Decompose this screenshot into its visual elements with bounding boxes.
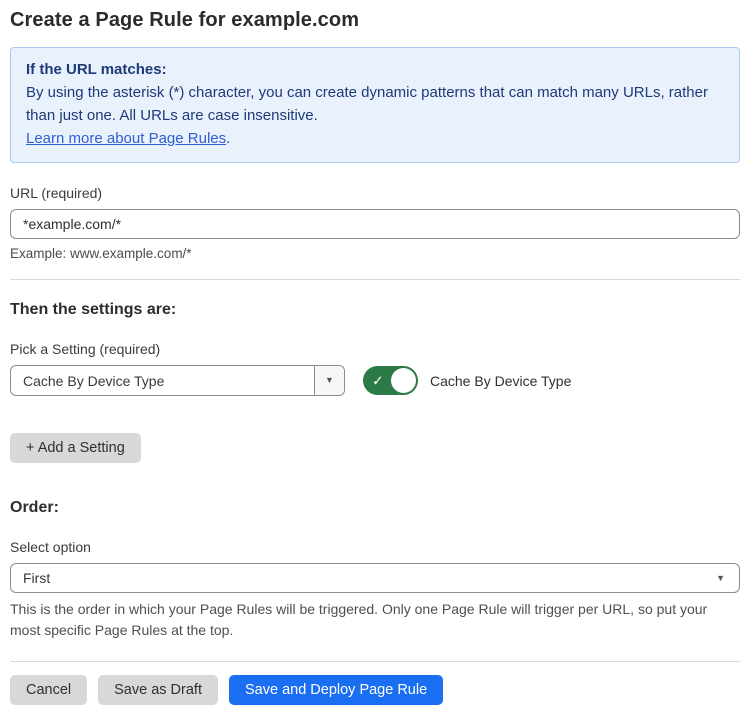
order-select-value: First (11, 570, 716, 586)
order-select[interactable]: First ▼ (10, 563, 740, 593)
footer-button-row: Cancel Save as Draft Save and Deploy Pag… (10, 675, 740, 705)
url-input[interactable] (10, 209, 740, 239)
save-and-deploy-button[interactable]: Save and Deploy Page Rule (229, 675, 443, 705)
setting-row: Cache By Device Type ▼ ✓ Cache By Device… (10, 365, 740, 396)
add-setting-button[interactable]: + Add a Setting (10, 433, 141, 463)
url-label: URL (required) (10, 185, 740, 201)
setting-dropdown[interactable]: Cache By Device Type ▼ (10, 365, 345, 396)
cache-device-type-toggle[interactable]: ✓ (363, 366, 418, 395)
section-divider (10, 279, 740, 280)
page-title: Create a Page Rule for example.com (10, 9, 740, 32)
order-helper-text: This is the order in which your Page Rul… (10, 599, 740, 641)
info-box-body: By using the asterisk (*) character, you… (26, 81, 724, 127)
url-example-helper: Example: www.example.com/* (10, 246, 740, 261)
save-as-draft-button[interactable]: Save as Draft (98, 675, 218, 705)
chevron-down-icon: ▼ (325, 376, 334, 385)
info-box-link-line: Learn more about Page Rules. (26, 127, 724, 150)
footer-divider (10, 661, 740, 662)
check-icon: ✓ (372, 372, 384, 389)
pick-setting-label: Pick a Setting (required) (10, 341, 740, 357)
chevron-down-icon: ▼ (716, 574, 725, 583)
link-suffix: . (226, 130, 230, 147)
create-page-rule-form: Create a Page Rule for example.com If th… (0, 0, 750, 705)
toggle-label: Cache By Device Type (430, 373, 571, 389)
cancel-button[interactable]: Cancel (10, 675, 87, 705)
select-option-label: Select option (10, 539, 740, 555)
settings-section-heading: Then the settings are: (10, 301, 740, 319)
url-match-info-box: If the URL matches: By using the asteris… (10, 47, 740, 163)
learn-more-page-rules-link[interactable]: Learn more about Page Rules (26, 130, 226, 147)
order-section-heading: Order: (10, 499, 740, 517)
toggle-knob (391, 368, 416, 393)
setting-dropdown-value: Cache By Device Type (11, 373, 314, 389)
setting-dropdown-arrow-button[interactable]: ▼ (314, 366, 344, 395)
info-box-heading: If the URL matches: (26, 58, 724, 81)
